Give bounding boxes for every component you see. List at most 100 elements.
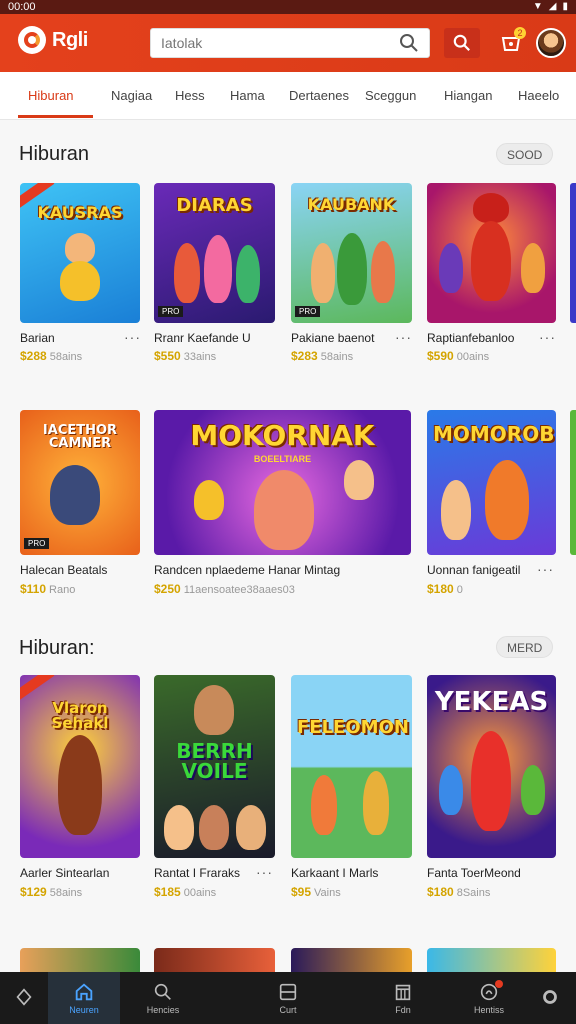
- cover-subtitle: BOEELTIARE: [253, 454, 312, 464]
- bottom-navigation: Neuren Hencies Curt Fdn Hentiss: [0, 972, 576, 1024]
- cart-button[interactable]: 2: [496, 27, 526, 59]
- character-image: [521, 243, 545, 293]
- game-cover: [427, 183, 556, 323]
- game-card[interactable]: Raptianfebanloo ··· $590 00ains: [427, 183, 557, 373]
- game-price: $288 58ains: [20, 349, 83, 363]
- search-icon[interactable]: [399, 33, 419, 53]
- character-image: [60, 261, 100, 301]
- tab-7[interactable]: Hiangan: [444, 88, 492, 103]
- nav-gift[interactable]: Hentiss: [453, 972, 525, 1024]
- game-name: Uonnan fanigeatil: [427, 563, 521, 577]
- game-card[interactable]: BERRH VOILE Rantat I Fraraks ··· $185 00a…: [154, 675, 276, 905]
- tab-5[interactable]: Dertaenes: [289, 88, 349, 103]
- cover-title: KAUBANK: [307, 195, 396, 214]
- game-price: $180 8Sains: [427, 885, 491, 899]
- nav-card[interactable]: Curt: [252, 972, 324, 1024]
- character-image: [236, 805, 266, 850]
- game-price: $129 58ains: [20, 885, 83, 899]
- game-card[interactable]: YEKEAS Fanta ToerMeond $180 8Sains: [427, 675, 557, 905]
- avatar[interactable]: [536, 28, 566, 58]
- character-image: [485, 460, 529, 540]
- character-image: [50, 465, 100, 525]
- calendar-icon: [395, 984, 411, 1001]
- character-image: [58, 735, 102, 835]
- cover-title: IACETHOR CAMNER: [42, 423, 118, 451]
- game-card[interactable]: Vlaron Sehakl Aarler Sintearlan $129 58ai…: [20, 675, 140, 905]
- character-image: [311, 243, 335, 303]
- notification-dot: [495, 980, 503, 988]
- status-icons: ▼ ◢ ▮: [533, 0, 568, 14]
- character-image: [363, 771, 389, 835]
- more-options-icon[interactable]: ···: [395, 329, 412, 345]
- character-image: [439, 243, 463, 293]
- game-card-featured[interactable]: MOKORNAK BOEELTIARE Randcen nplaedeme Ha…: [154, 410, 412, 600]
- more-options-icon[interactable]: ···: [537, 561, 554, 577]
- status-time: 00:00: [8, 1, 36, 13]
- game-card[interactable]: FELEOMON Karkaant I Marls $95 Vains: [291, 675, 413, 905]
- game-price: $180 0: [427, 582, 463, 596]
- game-card[interactable]: MOMOROB Uonnan fanigeatil ··· $180 0: [427, 410, 557, 600]
- character-image: [441, 480, 471, 540]
- circle-icon: [543, 990, 557, 1004]
- tab-2[interactable]: Nagiaa: [111, 88, 152, 103]
- game-cover: IACETHOR CAMNER PRO: [20, 410, 140, 555]
- character-image: [164, 805, 194, 850]
- app-logo[interactable]: Rgli: [18, 26, 88, 54]
- nav-label: Hentiss: [473, 1005, 504, 1015]
- tab-4[interactable]: Hama: [230, 88, 265, 103]
- section-title: Hiburan: [19, 143, 90, 165]
- character-image: [371, 241, 395, 303]
- see-more-pill[interactable]: SOOD: [496, 143, 554, 165]
- nav-home[interactable]: Neuren: [48, 972, 120, 1024]
- game-cover-peek: [154, 948, 275, 972]
- cover-title: MOMOROB: [433, 422, 555, 446]
- nav-circle[interactable]: [524, 972, 576, 1024]
- tab-hiburan[interactable]: Hiburan: [28, 88, 74, 103]
- tab-8[interactable]: Haeelo: [518, 88, 559, 103]
- tab-6[interactable]: Sceggun: [365, 88, 416, 103]
- game-cover: YEKEAS: [427, 675, 556, 858]
- logo-text: Rgli: [52, 28, 88, 51]
- game-cover: KAUSRAS: [20, 183, 140, 323]
- more-options-icon[interactable]: ···: [256, 864, 273, 880]
- character-image: [471, 731, 511, 831]
- game-name: Barian: [20, 331, 55, 345]
- game-cover-peek: [427, 948, 556, 972]
- search-box[interactable]: [150, 28, 430, 58]
- more-options-icon[interactable]: ···: [539, 329, 556, 345]
- cover-title: FELEOMON: [297, 717, 409, 738]
- more-options-icon[interactable]: ···: [124, 329, 141, 345]
- game-price: $110 Rano: [20, 582, 76, 596]
- character-image: [254, 470, 314, 550]
- game-cover: BERRH VOILE: [154, 675, 275, 858]
- nav-diamond[interactable]: [0, 972, 48, 1024]
- cart-badge: 2: [514, 27, 526, 39]
- game-price: $590 00ains: [427, 349, 490, 363]
- game-card[interactable]: DIARAS PRO Rranr Kaefande U $550 33ains: [154, 183, 276, 373]
- nav-calendar[interactable]: Fdn: [367, 972, 439, 1024]
- character-image: [344, 460, 374, 500]
- logo-icon: [18, 26, 46, 54]
- active-tab-indicator: [18, 115, 93, 118]
- game-name: Halecan Beatals: [20, 563, 108, 577]
- game-cover: FELEOMON: [291, 675, 412, 858]
- game-card[interactable]: KAUSRAS Barian ··· $288 58ains: [20, 183, 140, 373]
- search-input[interactable]: [161, 35, 399, 51]
- status-bar: 00:00 ▼ ◢ ▮: [0, 0, 576, 14]
- home-icon: [75, 983, 93, 1001]
- game-card[interactable]: KAUBANK PRO Pakiane baenot ··· $283 58ain…: [291, 183, 413, 373]
- card-icon: [279, 983, 297, 1001]
- tab-3[interactable]: Hess: [175, 88, 205, 103]
- cover-title: YEKEAS: [434, 687, 549, 717]
- nav-label: Fdn: [395, 1005, 411, 1015]
- game-name: Pakiane baenot: [291, 331, 375, 345]
- game-name: Fanta ToerMeond: [427, 866, 521, 880]
- app-header: Rgli 2: [0, 14, 576, 72]
- search-button[interactable]: [444, 28, 480, 58]
- game-card[interactable]: IACETHOR CAMNER PRO Halecan Beatals $110…: [20, 410, 140, 600]
- see-more-pill[interactable]: MERD: [496, 636, 554, 658]
- game-price: $250 11aensoatee38aaes03: [154, 582, 295, 596]
- character-image: [174, 243, 200, 303]
- nav-search[interactable]: Hencies: [127, 972, 199, 1024]
- search-icon: [154, 983, 171, 1000]
